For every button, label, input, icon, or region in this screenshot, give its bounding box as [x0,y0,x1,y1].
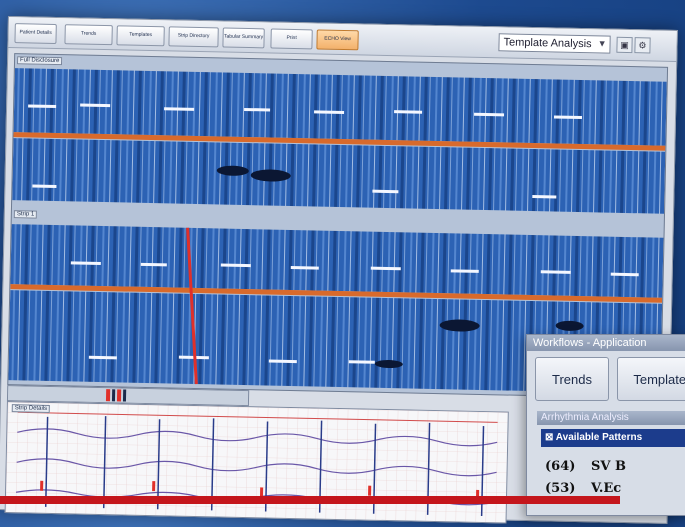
ecg-waveform-panel: Strip Details [4,401,509,524]
available-patterns-label: Available Patterns [555,432,643,443]
trends-button[interactable]: Trends [64,24,113,46]
patterns-icon: ⊠ [545,432,556,443]
arrhythmia-analysis-title: Arrhythmia Analysis [537,411,685,425]
brand-red-bar [0,496,620,504]
template-select-value: Template Analysis [503,36,592,51]
strip-row-2 [12,138,666,214]
pattern-name: V.Ec [591,481,622,496]
strip-panel-label: Full Disclosure [16,56,63,66]
available-patterns-header: ⊠ Available Patterns [541,429,685,447]
ecg-panel-label: Strip Details [11,404,51,413]
echo-view-button[interactable]: ECHO View [316,29,359,51]
ecg-waveform-graphic[interactable] [5,402,508,523]
template-analysis-select[interactable]: Template Analysis ▼ [498,33,611,54]
pattern-row[interactable]: (53) V.Ec [545,481,685,496]
workflows-application-panel: Workflows - Application Trends Templates… [526,334,685,516]
strip-directory-button[interactable]: Strip Directory [168,26,219,48]
settings-icon[interactable]: ⚙ [634,37,651,54]
strip-segment-label: Strip 1 [13,210,38,219]
templates-button[interactable]: Templates [116,25,165,47]
workflow-templates-button[interactable]: Templates [617,357,685,401]
pattern-row[interactable]: (64) SV B [545,459,685,474]
workflows-title: Workflows - Application [527,335,685,351]
pattern-name: SV B [591,459,626,474]
strip-row-1 [13,68,667,146]
patient-details-button[interactable]: Patient Details [14,23,57,45]
workflow-trends-button[interactable]: Trends [535,357,609,401]
pattern-count: (53) [545,481,576,496]
tabular-summary-button[interactable]: Tabular Summary [222,27,265,49]
chevron-down-icon: ▼ [597,38,607,49]
print-button[interactable]: Print [270,28,313,50]
save-icon[interactable]: ▣ [616,36,633,54]
pattern-count: (64) [545,459,576,474]
